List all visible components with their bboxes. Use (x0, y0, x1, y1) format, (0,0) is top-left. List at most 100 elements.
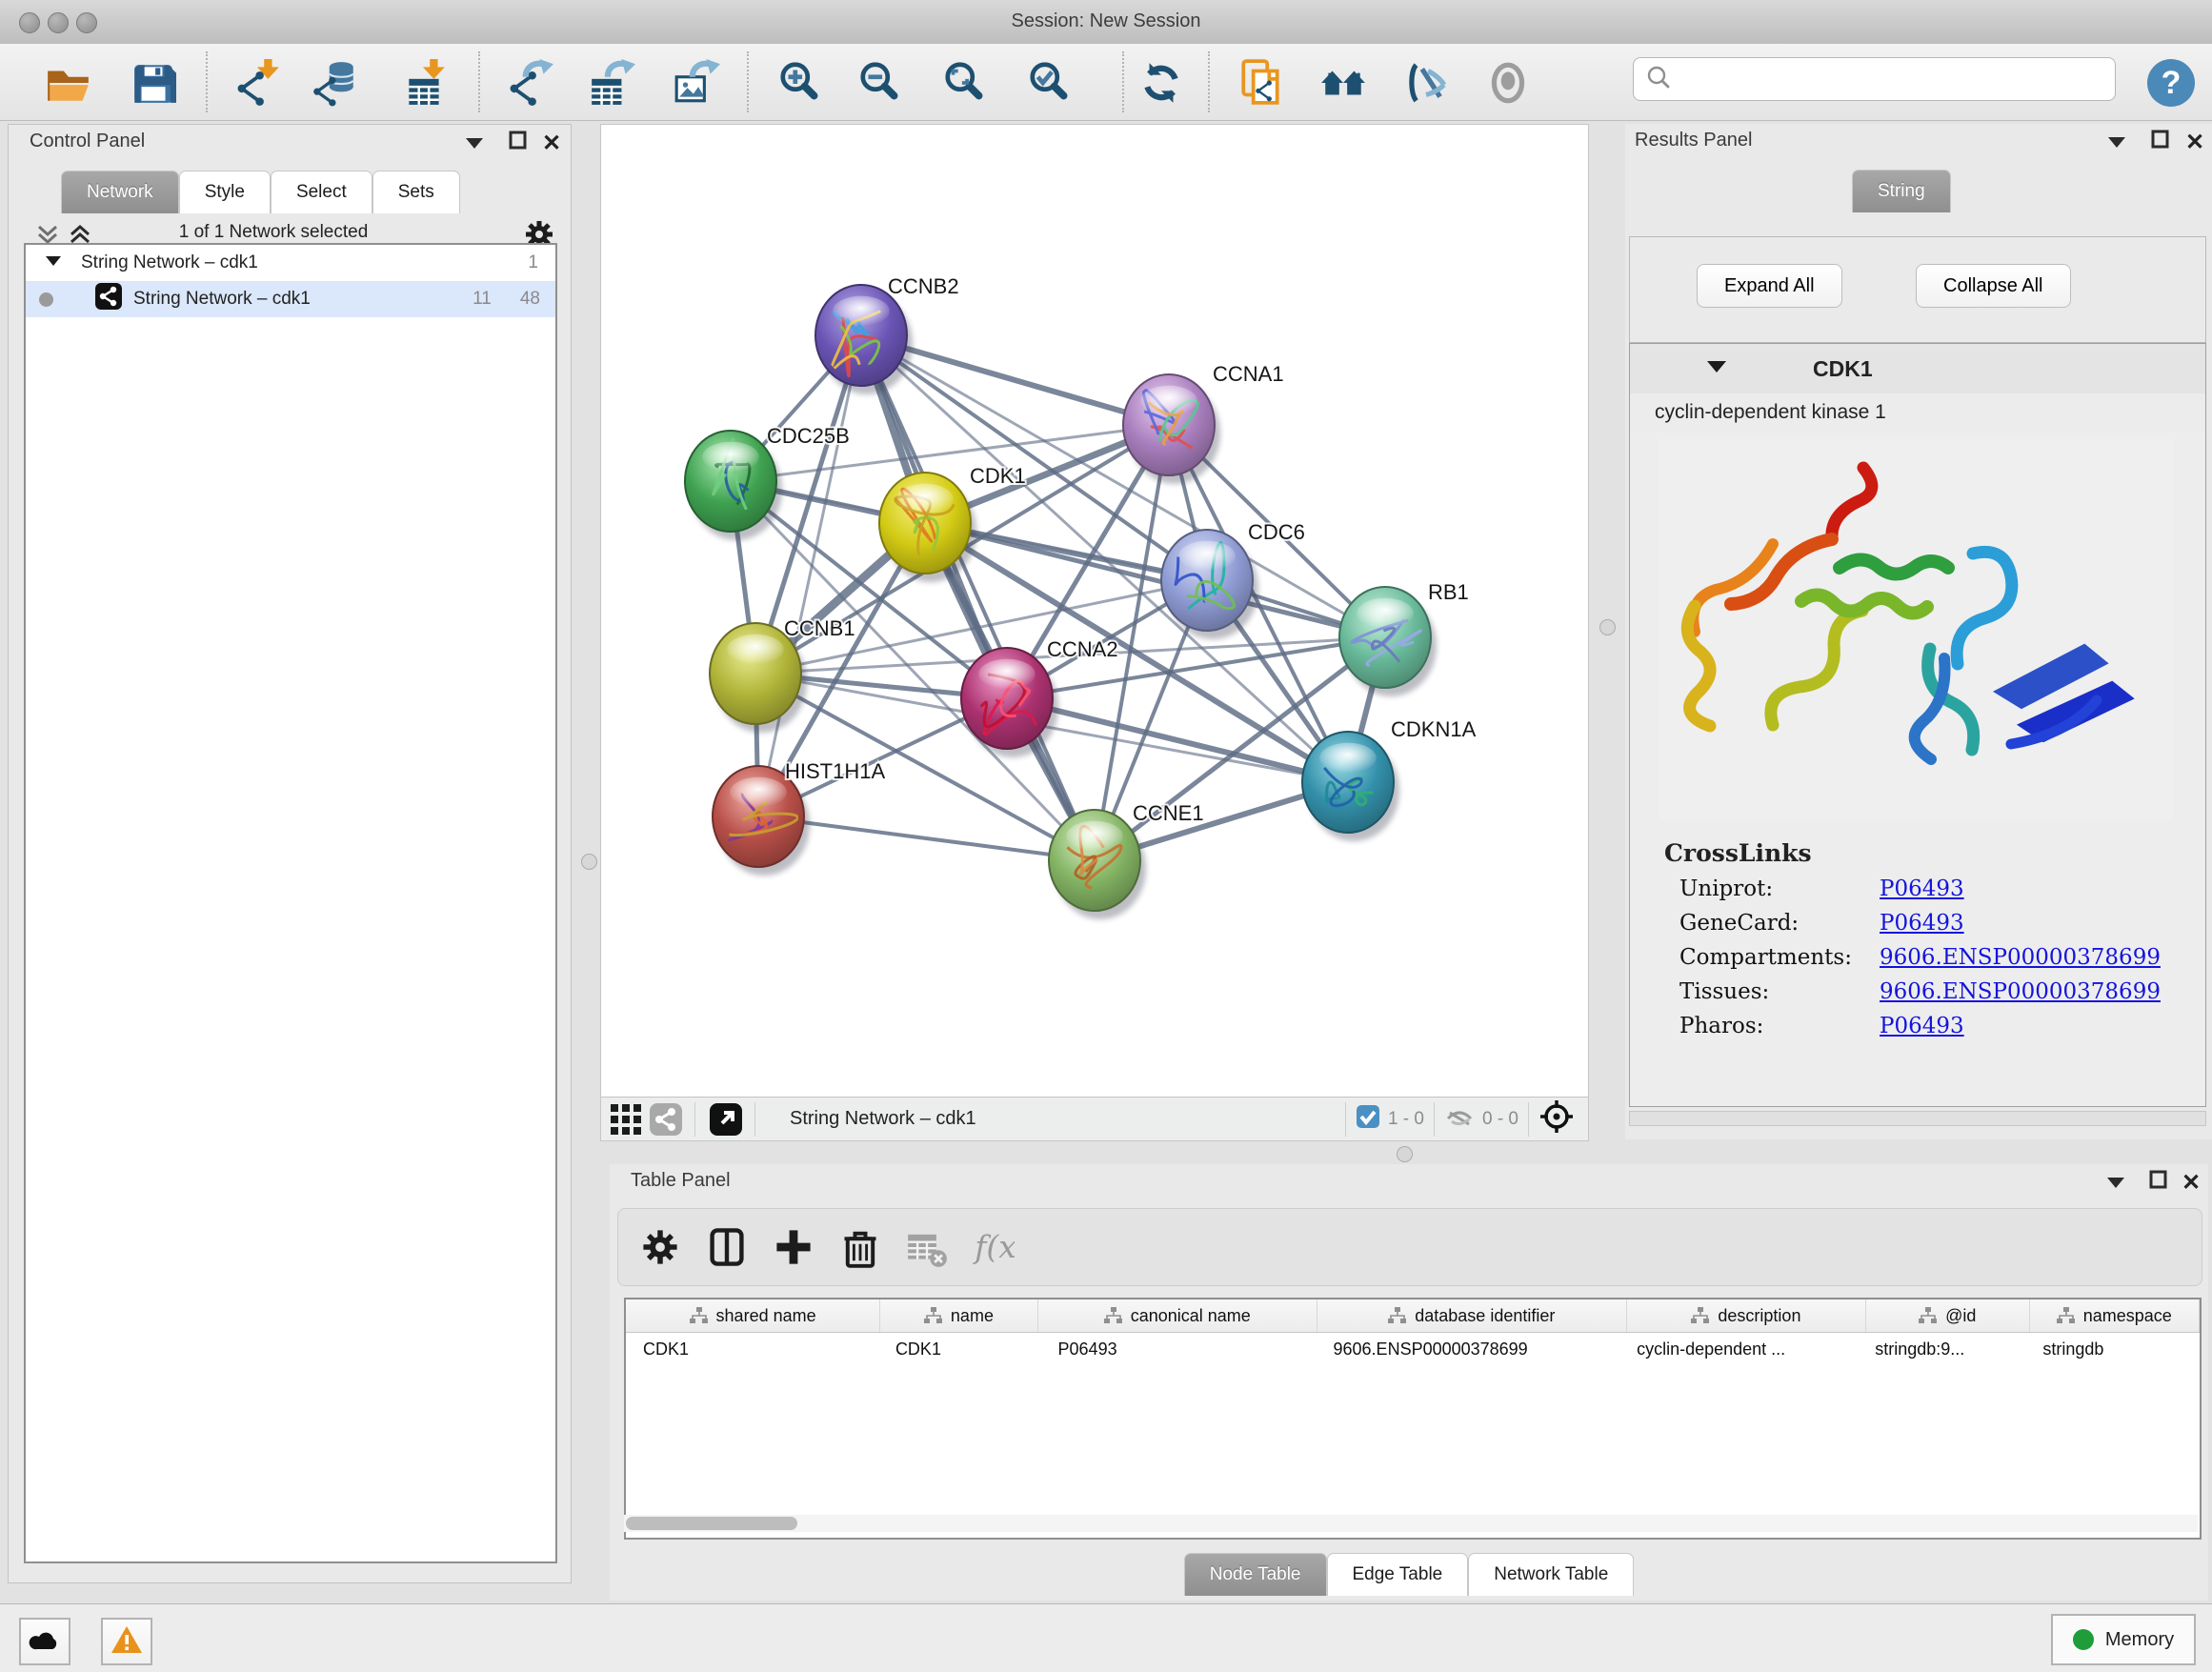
export-table-icon[interactable] (586, 57, 637, 109)
protein-structure-image (1659, 439, 2173, 820)
export-image-icon[interactable] (671, 57, 722, 109)
tab-network[interactable]: Network (61, 171, 179, 213)
tab-network-table[interactable]: Network Table (1468, 1553, 1634, 1596)
import-network-icon[interactable] (233, 57, 285, 109)
import-table-icon[interactable] (399, 57, 451, 109)
close-panel-icon[interactable]: ✕ (2182, 1169, 2201, 1197)
column-header--id[interactable]: @id (1866, 1299, 2029, 1332)
import-database-icon[interactable] (310, 57, 361, 109)
add-column-icon[interactable] (769, 1222, 818, 1272)
collapse-all-button[interactable]: Collapse All (1916, 264, 2071, 308)
tab-select[interactable]: Select (271, 171, 372, 213)
column-header-shared-name[interactable]: shared name (626, 1299, 880, 1332)
refresh-icon[interactable] (1136, 57, 1187, 109)
node-CCNA2[interactable] (961, 648, 1058, 757)
float-panel-icon[interactable] (2106, 133, 2127, 153)
selected-nodes-edges: 1 - 0 (1388, 1109, 1424, 1130)
crosslink-row: Uniprot: P06493 (1679, 876, 2179, 901)
vertical-splitter-handle[interactable] (581, 854, 597, 870)
home-icon[interactable] (1317, 57, 1369, 109)
function-icon[interactable]: f(x) (969, 1222, 1018, 1272)
column-header-database-identifier[interactable]: database identifier (1317, 1299, 1627, 1332)
table-horizontal-scrollbar[interactable] (624, 1515, 2198, 1532)
column-header-namespace[interactable]: namespace (2030, 1299, 2200, 1332)
node-CDKN1A[interactable] (1302, 732, 1399, 841)
node-label-CCNA1: CCNA1 (1213, 362, 1284, 386)
gear-icon[interactable] (635, 1222, 685, 1272)
network-row-selected[interactable]: String Network – cdk1 11 48 (26, 281, 555, 317)
tab-edge-table[interactable]: Edge Table (1327, 1553, 1469, 1596)
close-panel-icon[interactable]: ✕ (542, 130, 561, 157)
edge-CDK1-RB1[interactable] (925, 523, 1385, 637)
hide-display-icon[interactable] (1400, 57, 1452, 109)
close-panel-icon[interactable]: ✕ (2185, 129, 2204, 156)
open-folder-icon[interactable] (43, 57, 94, 109)
crosslink-link[interactable]: P06493 (1880, 1014, 1964, 1038)
crosslink-link[interactable]: P06493 (1880, 911, 1964, 936)
node-CCNB2[interactable] (815, 285, 913, 394)
status-bar: Memory (0, 1603, 2212, 1672)
toolbar-separator (1122, 51, 1124, 112)
search-input[interactable] (1672, 68, 2115, 91)
help-icon[interactable]: ? (2145, 57, 2197, 109)
network-tree: String Network – cdk1 1 String Network –… (24, 243, 557, 1563)
control-panel: Control Panel ✕ NetworkStyleSelectSets 1… (8, 124, 572, 1583)
column-header-description[interactable]: description (1627, 1299, 1866, 1332)
maximize-panel-icon[interactable] (2149, 1170, 2168, 1194)
column-header-name[interactable]: name (880, 1299, 1038, 1332)
node-CCNA1[interactable] (1123, 374, 1220, 484)
cloud-button[interactable] (19, 1618, 70, 1665)
edge-CCNB2-CCNE1[interactable] (861, 335, 1095, 860)
delete-column-icon[interactable] (835, 1222, 885, 1272)
hidden-eye-icon[interactable] (1444, 1103, 1475, 1135)
tree-expander-icon[interactable] (45, 252, 64, 273)
column-header-canonical-name[interactable]: canonical name (1038, 1299, 1317, 1332)
open-in-window-icon[interactable] (707, 1095, 745, 1144)
tab-node-table[interactable]: Node Table (1184, 1553, 1327, 1596)
zoom-out-icon[interactable] (855, 57, 906, 109)
zoom-in-icon[interactable] (774, 57, 826, 109)
node-RB1[interactable] (1339, 587, 1437, 696)
node-CCNE1[interactable] (1049, 810, 1146, 919)
maximize-panel-icon[interactable] (509, 131, 528, 154)
grid-view-icon[interactable] (607, 1095, 645, 1144)
export-network-icon[interactable] (506, 57, 557, 109)
search-field[interactable] (1633, 57, 2116, 101)
network-canvas[interactable]: CCNB2 CCNA1 CDC25B CDK1 CDC6 RB1 CCNB1 C… (601, 125, 1588, 1097)
node-CDK1[interactable] (879, 473, 976, 582)
save-icon[interactable] (127, 57, 178, 109)
node-table[interactable]: shared namenamecanonical namedatabase id… (624, 1298, 2202, 1540)
warning-button[interactable] (101, 1618, 152, 1665)
gene-expander-icon[interactable] (1706, 359, 1727, 378)
float-panel-icon[interactable] (2105, 1174, 2126, 1194)
edge-CCNB2-HIST1H1A[interactable] (758, 335, 861, 816)
network-collection-row[interactable]: String Network – cdk1 1 (26, 245, 555, 281)
zoom-fit-icon[interactable] (939, 57, 991, 109)
maximize-panel-icon[interactable] (2151, 130, 2170, 153)
float-panel-icon[interactable] (464, 134, 485, 154)
birds-eye-crosshair-icon[interactable] (1538, 1098, 1575, 1139)
show-display-icon[interactable] (1482, 57, 1534, 109)
network-share-icon[interactable] (647, 1095, 685, 1144)
expand-all-button[interactable]: Expand All (1697, 264, 1842, 308)
results-scrollbar[interactable] (1629, 1111, 2206, 1126)
zoom-selected-icon[interactable] (1024, 57, 1076, 109)
horizontal-splitter-handle[interactable] (1397, 1146, 1413, 1162)
gene-header[interactable]: CDK1 (1630, 344, 2205, 394)
crosslink-link[interactable]: 9606.ENSP00000378699 (1880, 945, 2161, 970)
tab-sets[interactable]: Sets (372, 171, 460, 213)
tab-string[interactable]: String (1852, 170, 1951, 212)
scrollbar-thumb[interactable] (626, 1517, 797, 1530)
table-delete-icon[interactable] (902, 1222, 952, 1272)
tab-style[interactable]: Style (179, 171, 271, 213)
column-label: description (1718, 1306, 1800, 1326)
clipboard-share-icon[interactable] (1236, 57, 1287, 109)
crosslink-link[interactable]: P06493 (1880, 876, 1964, 901)
crosslink-link[interactable]: 9606.ENSP00000378699 (1880, 979, 2161, 1004)
vertical-splitter-handle[interactable] (1599, 619, 1616, 635)
split-columns-icon[interactable] (702, 1222, 752, 1272)
selected-checkbox-icon[interactable] (1356, 1104, 1380, 1134)
table-row[interactable]: CDK1CDK1P064939606.ENSP00000378699cyclin… (626, 1333, 2200, 1365)
memory-button[interactable]: Memory (2051, 1614, 2196, 1665)
table-cell: 9606.ENSP00000378699 (1317, 1333, 1620, 1365)
